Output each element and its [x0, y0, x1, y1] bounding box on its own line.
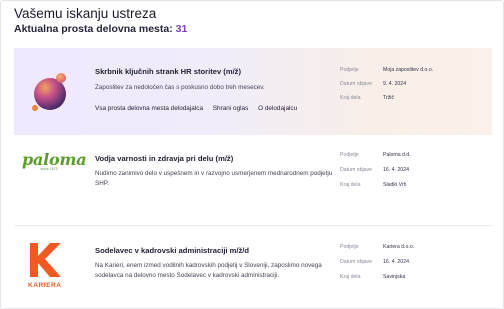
job-card[interactable]: KARIERA Sodelavec v kadrovski administra…: [14, 231, 492, 308]
job-description: Zaposlitev za nedoločen čas s poskusno d…: [95, 84, 265, 91]
company-name: Kariera d.o.o.: [383, 244, 415, 250]
meta-label: Podjetje: [340, 152, 359, 158]
job-card[interactable]: paloma since 1873 Vodja varnosti in zdra…: [14, 138, 492, 226]
results-panel: Vašemu iskanju ustreza Aktualna prosta d…: [0, 0, 504, 309]
publish-date: 9. 4. 2024: [383, 81, 407, 87]
meta-label: Podjetje: [340, 67, 359, 73]
job-links: Vsa prosta delovna mesta delodajalca Shr…: [95, 105, 305, 112]
company-name: Moja zaposlitev d.o.o.: [383, 67, 434, 73]
job-card[interactable]: Skrbnik ključnih strank HR storitev (m/ž…: [14, 48, 492, 135]
meta-label: Kraj dela: [340, 274, 361, 280]
all-employer-jobs-link[interactable]: Vsa prosta delovna mesta delodajalca: [95, 105, 203, 112]
results-count-label: Aktualna prosta delovna mesta:: [14, 23, 173, 35]
work-location: Sladki Vrh: [383, 182, 407, 188]
job-title[interactable]: Skrbnik ključnih strank HR storitev (m/ž…: [95, 67, 241, 76]
publish-date: 16. 4. 2024: [383, 167, 409, 173]
company-logo: KARIERA: [28, 243, 68, 289]
page-title: Vašemu iskanju ustreza: [14, 6, 157, 21]
job-description: Na Karieri, enem izmed vodilnih kadrovsk…: [95, 262, 322, 279]
kariera-mark-icon: [30, 243, 61, 277]
company-name: Paloma d.d.: [383, 152, 411, 158]
job-title[interactable]: Vodja varnosti in zdravja pri delu (m/ž): [95, 154, 233, 163]
publish-date: 16. 4. 2024: [383, 259, 409, 265]
meta-label: Podjetje: [340, 244, 359, 250]
results-count: 31: [175, 23, 188, 35]
job-description: Nudimo zanimivo delo v uspešnem in v raz…: [95, 170, 333, 187]
work-location: Savinjska: [383, 274, 406, 280]
kariera-logo-text: KARIERA: [28, 282, 62, 289]
company-logo: [32, 73, 66, 111]
meta-label: Datum objave: [340, 259, 373, 265]
meta-label: Kraj dela: [340, 95, 361, 101]
job-title[interactable]: Sodelavec v kadrovski administraciji m/ž…: [95, 246, 249, 255]
save-ad-link[interactable]: Shrani oglas: [213, 105, 249, 112]
work-location: Tržič: [383, 95, 395, 101]
company-logo: paloma since 1873: [22, 150, 87, 171]
about-employer-link[interactable]: O delodajalcu: [258, 105, 297, 112]
meta-label: Datum objave: [340, 167, 373, 173]
results-count-line: Aktualna prosta delovna mesta: 31: [14, 23, 187, 35]
meta-label: Datum objave: [340, 81, 373, 87]
meta-label: Kraj dela: [340, 182, 361, 188]
